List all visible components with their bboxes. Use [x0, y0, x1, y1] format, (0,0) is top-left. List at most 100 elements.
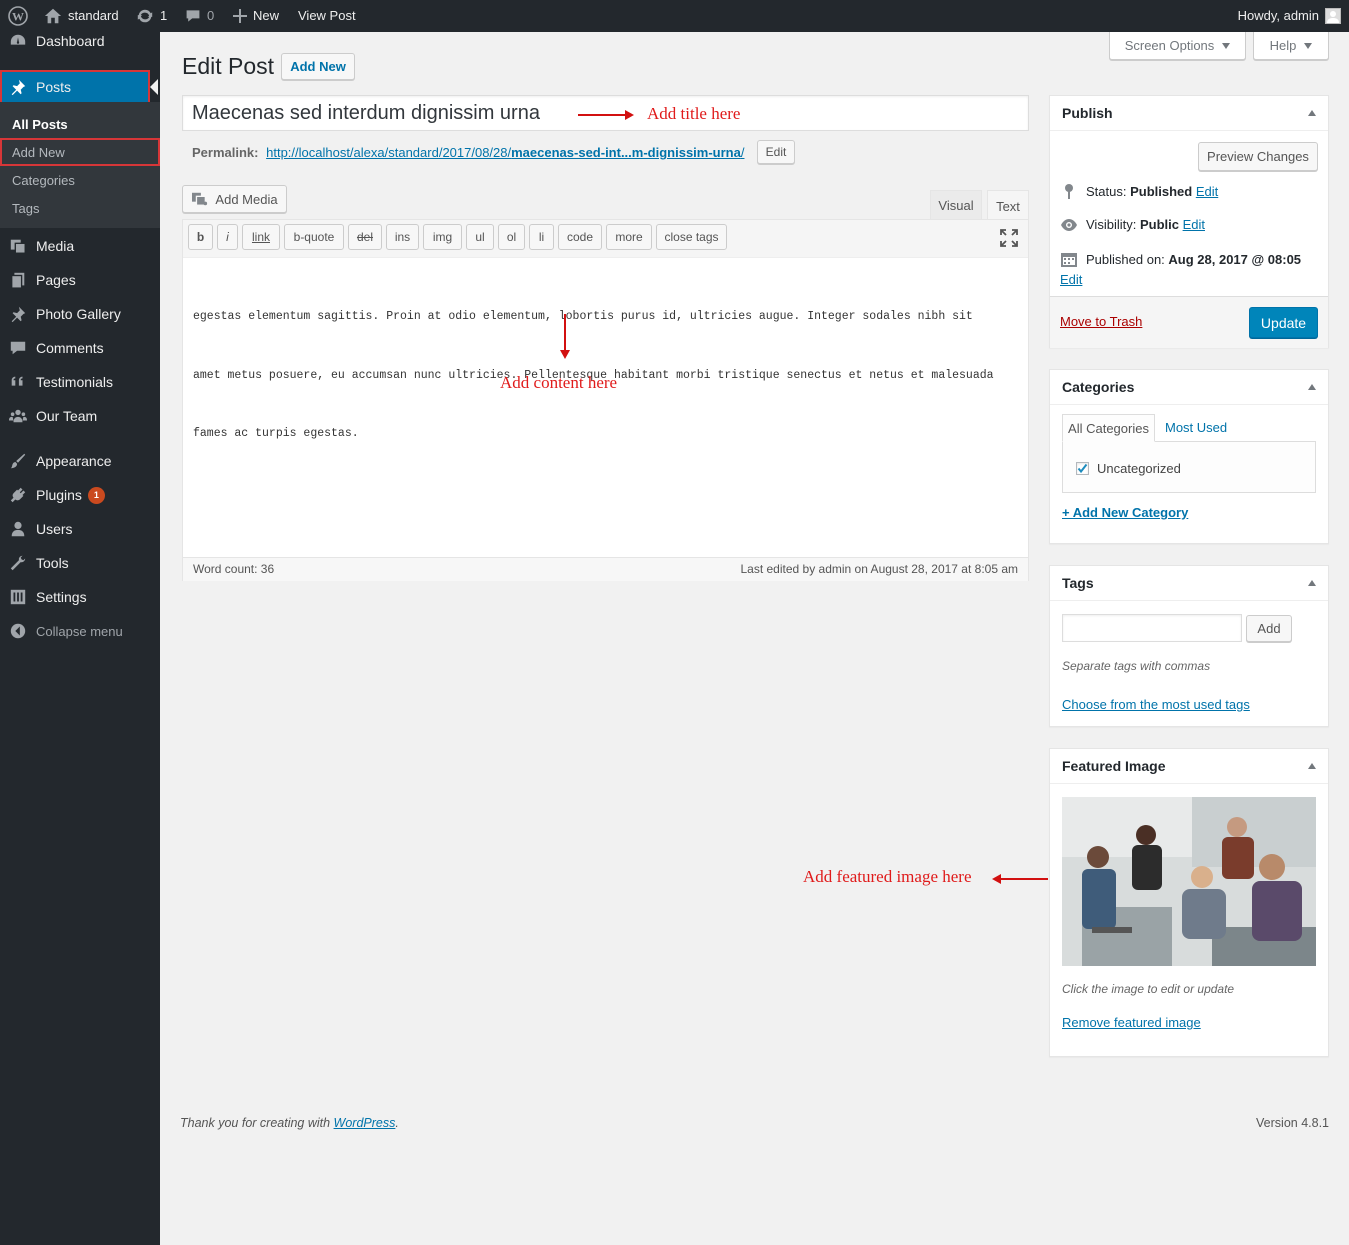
qt-more-button[interactable]: more: [606, 224, 652, 250]
featured-image-thumbnail[interactable]: [1062, 797, 1316, 966]
categories-header[interactable]: Categories: [1050, 370, 1328, 405]
comments-link[interactable]: 0: [185, 0, 214, 32]
status-value: Published: [1130, 183, 1193, 199]
sidebar-item-label: Media: [36, 238, 75, 254]
move-to-trash-link[interactable]: Move to Trash: [1060, 314, 1142, 329]
add-tag-button[interactable]: Add: [1246, 615, 1292, 642]
footer-thanks: Thank you for creating with WordPress.: [180, 1116, 399, 1130]
status-label: Status:: [1086, 183, 1131, 199]
annotation-arrow-line: [1000, 878, 1048, 880]
view-post-link[interactable]: View Post: [298, 0, 356, 32]
qt-li-button[interactable]: li: [529, 224, 554, 250]
tab-most-used[interactable]: Most Used: [1165, 420, 1227, 435]
featured-image-header[interactable]: Featured Image: [1050, 749, 1328, 784]
tab-all-categories[interactable]: All Categories: [1062, 414, 1155, 442]
post-title-value: Maecenas sed interdum dignissim urna: [192, 101, 540, 124]
qt-ins-button[interactable]: ins: [386, 224, 419, 250]
submenu-all-posts[interactable]: All Posts: [12, 117, 68, 132]
screen-options-button[interactable]: Screen Options: [1109, 32, 1246, 60]
sidebar-item-pages[interactable]: Pages: [0, 263, 160, 297]
annotation-content: Add content here: [500, 373, 618, 392]
collapse-arrow-icon[interactable]: [1308, 580, 1316, 586]
qt-close-tags-button[interactable]: close tags: [656, 224, 727, 250]
collapse-arrow-icon[interactable]: [1308, 384, 1316, 390]
sidebar-item-label: Testimonials: [36, 374, 114, 390]
post-title-input[interactable]: Maecenas sed interdum dignissim urna: [182, 95, 1029, 131]
new-tag-input[interactable]: [1062, 614, 1242, 642]
qt-ul-button[interactable]: ul: [466, 224, 494, 250]
dashboard-icon: [0, 32, 36, 50]
new-content-link[interactable]: New: [233, 0, 279, 32]
sidebar-item-tools[interactable]: Tools: [0, 546, 160, 580]
fullscreen-icon[interactable]: [1000, 229, 1018, 250]
tags-hint: Separate tags with commas: [1062, 659, 1211, 673]
collapse-arrow-icon[interactable]: [1308, 763, 1316, 769]
add-new-button[interactable]: Add New: [281, 53, 355, 80]
collapse-menu-button[interactable]: Collapse menu: [0, 614, 160, 648]
footer-version: Version 4.8.1: [1256, 1116, 1329, 1130]
preview-changes-button[interactable]: Preview Changes: [1198, 142, 1318, 171]
submenu-tags[interactable]: Tags: [12, 201, 39, 216]
sidebar-item-our-team[interactable]: Our Team: [0, 399, 160, 433]
page-title: Edit Post: [182, 53, 275, 79]
submenu-categories[interactable]: Categories: [12, 173, 75, 188]
sidebar-item-settings[interactable]: Settings: [0, 580, 160, 614]
qt-link-button[interactable]: link: [242, 224, 280, 250]
howdy-text: Howdy, admin: [1237, 8, 1319, 23]
qt-img-button[interactable]: img: [423, 224, 462, 250]
admin-sidebar: Dashboard Posts All Posts Add New Catego…: [0, 32, 160, 1245]
add-new-category-link[interactable]: + Add New Category: [1062, 505, 1188, 520]
qt-code-button[interactable]: code: [558, 224, 602, 250]
sidebar-item-plugins[interactable]: Plugins 1: [0, 478, 160, 512]
my-account[interactable]: Howdy, admin: [1238, 0, 1341, 32]
publish-header[interactable]: Publish: [1050, 96, 1328, 131]
posts-submenu: All Posts Add New Categories Tags: [0, 102, 160, 228]
wordpress-link[interactable]: WordPress: [334, 1116, 396, 1130]
sidebar-item-comments[interactable]: Comments: [0, 331, 160, 365]
choose-most-used-tags-link[interactable]: Choose from the most used tags: [1062, 697, 1250, 712]
visibility-edit-link[interactable]: Edit: [1183, 217, 1205, 232]
publish-title: Publish: [1062, 105, 1113, 121]
sidebar-item-posts[interactable]: Posts: [0, 70, 150, 104]
visibility-row: Visibility: Public Edit: [1060, 217, 1205, 232]
sidebar-item-dashboard[interactable]: Dashboard: [0, 24, 160, 58]
quote-icon: [0, 373, 36, 391]
submenu-add-new[interactable]: Add New: [12, 145, 65, 160]
qt-bquote-button[interactable]: b-quote: [284, 224, 344, 250]
comment-icon: [186, 10, 200, 22]
sidebar-item-label: Posts: [36, 79, 72, 95]
content-textarea[interactable]: egestas elementum sagittis. Proin at odi…: [193, 268, 994, 463]
add-media-button[interactable]: Add Media: [182, 185, 287, 213]
new-label: New: [253, 8, 280, 23]
word-count: Word count: 36: [193, 562, 275, 576]
remove-featured-image-link[interactable]: Remove featured image: [1062, 1015, 1201, 1030]
groups-icon: [0, 407, 36, 425]
qt-ol-button[interactable]: ol: [498, 224, 525, 250]
qt-bold-button[interactable]: b: [188, 224, 213, 250]
screen-options-label: Screen Options: [1124, 38, 1215, 53]
collapse-arrow-icon[interactable]: [1308, 110, 1316, 116]
tab-text[interactable]: Text: [987, 190, 1029, 221]
qt-del-button[interactable]: del: [348, 224, 382, 250]
permalink-edit-button[interactable]: Edit: [757, 140, 795, 164]
qt-italic-button[interactable]: i: [217, 224, 238, 250]
tab-visual[interactable]: Visual: [930, 190, 982, 220]
sidebar-item-photo-gallery[interactable]: Photo Gallery: [0, 297, 160, 331]
published-edit-link[interactable]: Edit: [1060, 272, 1301, 287]
tags-header[interactable]: Tags: [1050, 566, 1328, 601]
sidebar-item-media[interactable]: Media: [0, 229, 160, 263]
permalink-suffix: /: [740, 145, 745, 160]
checkbox-checked[interactable]: [1076, 462, 1089, 475]
help-button[interactable]: Help: [1253, 32, 1329, 60]
featured-image-title: Featured Image: [1062, 758, 1166, 774]
category-label: Uncategorized: [1097, 461, 1181, 476]
pushpin-icon: [0, 305, 36, 323]
permalink-link[interactable]: http://localhost/alexa/standard/2017/08/…: [266, 145, 744, 160]
sidebar-item-users[interactable]: Users: [0, 512, 160, 546]
status-edit-link[interactable]: Edit: [1196, 184, 1218, 199]
sidebar-item-appearance[interactable]: Appearance: [0, 444, 160, 478]
published-value: Aug 28, 2017 @ 08:05: [1168, 251, 1302, 267]
sidebar-item-testimonials[interactable]: Testimonials: [0, 365, 160, 399]
category-item[interactable]: Uncategorized: [1076, 461, 1181, 476]
update-button[interactable]: Update: [1249, 307, 1318, 338]
